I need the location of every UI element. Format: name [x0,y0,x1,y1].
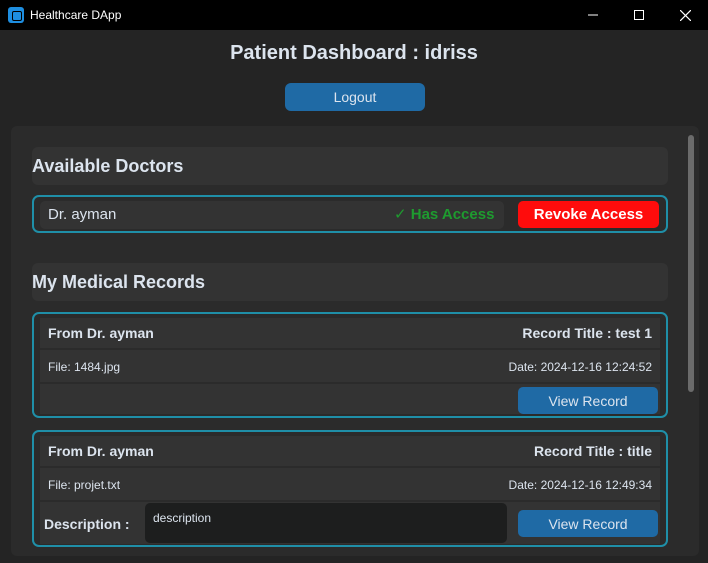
doctor-info: Dr. ayman ✓ Has Access [40,201,504,229]
logout-button[interactable]: Logout [285,83,425,111]
maximize-button[interactable] [616,0,662,30]
record-title: Record Title : title [534,443,652,459]
description-field[interactable]: description [145,503,507,543]
doctors-section-header: Available Doctors [32,147,668,185]
record-card: From Dr. ayman Record Title : title File… [32,430,668,547]
close-icon [679,9,691,21]
record-header: From Dr. ayman Record Title : test 1 [40,318,660,348]
window-controls [570,0,708,30]
record-file: File: 1484.jpg [48,360,121,374]
app-window: Healthcare DApp Patient Dashboard : idri… [0,0,708,563]
record-card: From Dr. ayman Record Title : test 1 Fil… [32,312,668,418]
record-from: From Dr. ayman [48,325,154,341]
record-date: Date: 2024-12-16 12:24:52 [508,360,652,374]
maximize-icon [634,10,644,20]
record-header: From Dr. ayman Record Title : title [40,436,660,466]
scrollbar-thumb[interactable] [688,135,694,392]
title-bar: Healthcare DApp [0,0,708,30]
access-status-badge: ✓ Has Access [394,206,495,223]
doctor-row: Dr. ayman ✓ Has Access Revoke Access [32,195,668,233]
minimize-button[interactable] [570,0,616,30]
records-section-header: My Medical Records [32,263,668,301]
minimize-icon [588,14,598,16]
app-logo-icon [8,7,24,23]
record-title: Record Title : test 1 [522,325,652,341]
record-meta: File: projet.txt Date: 2024-12-16 12:49:… [40,468,660,500]
view-record-button[interactable]: View Record [518,510,658,537]
description-label: Description : [44,516,130,532]
record-date: Date: 2024-12-16 12:49:34 [508,478,652,492]
record-meta: File: 1484.jpg Date: 2024-12-16 12:24:52 [40,350,660,382]
doctor-name: Dr. ayman [48,206,117,223]
view-record-button[interactable]: View Record [518,387,658,414]
page-title: Patient Dashboard : idriss [230,42,478,64]
close-button[interactable] [662,0,708,30]
revoke-access-button[interactable]: Revoke Access [518,201,659,228]
records-section-title: My Medical Records [32,271,206,292]
window-title: Healthcare DApp [30,8,122,22]
record-from: From Dr. ayman [48,443,154,459]
record-file: File: projet.txt [48,478,121,492]
doctors-section-title: Available Doctors [32,155,184,176]
